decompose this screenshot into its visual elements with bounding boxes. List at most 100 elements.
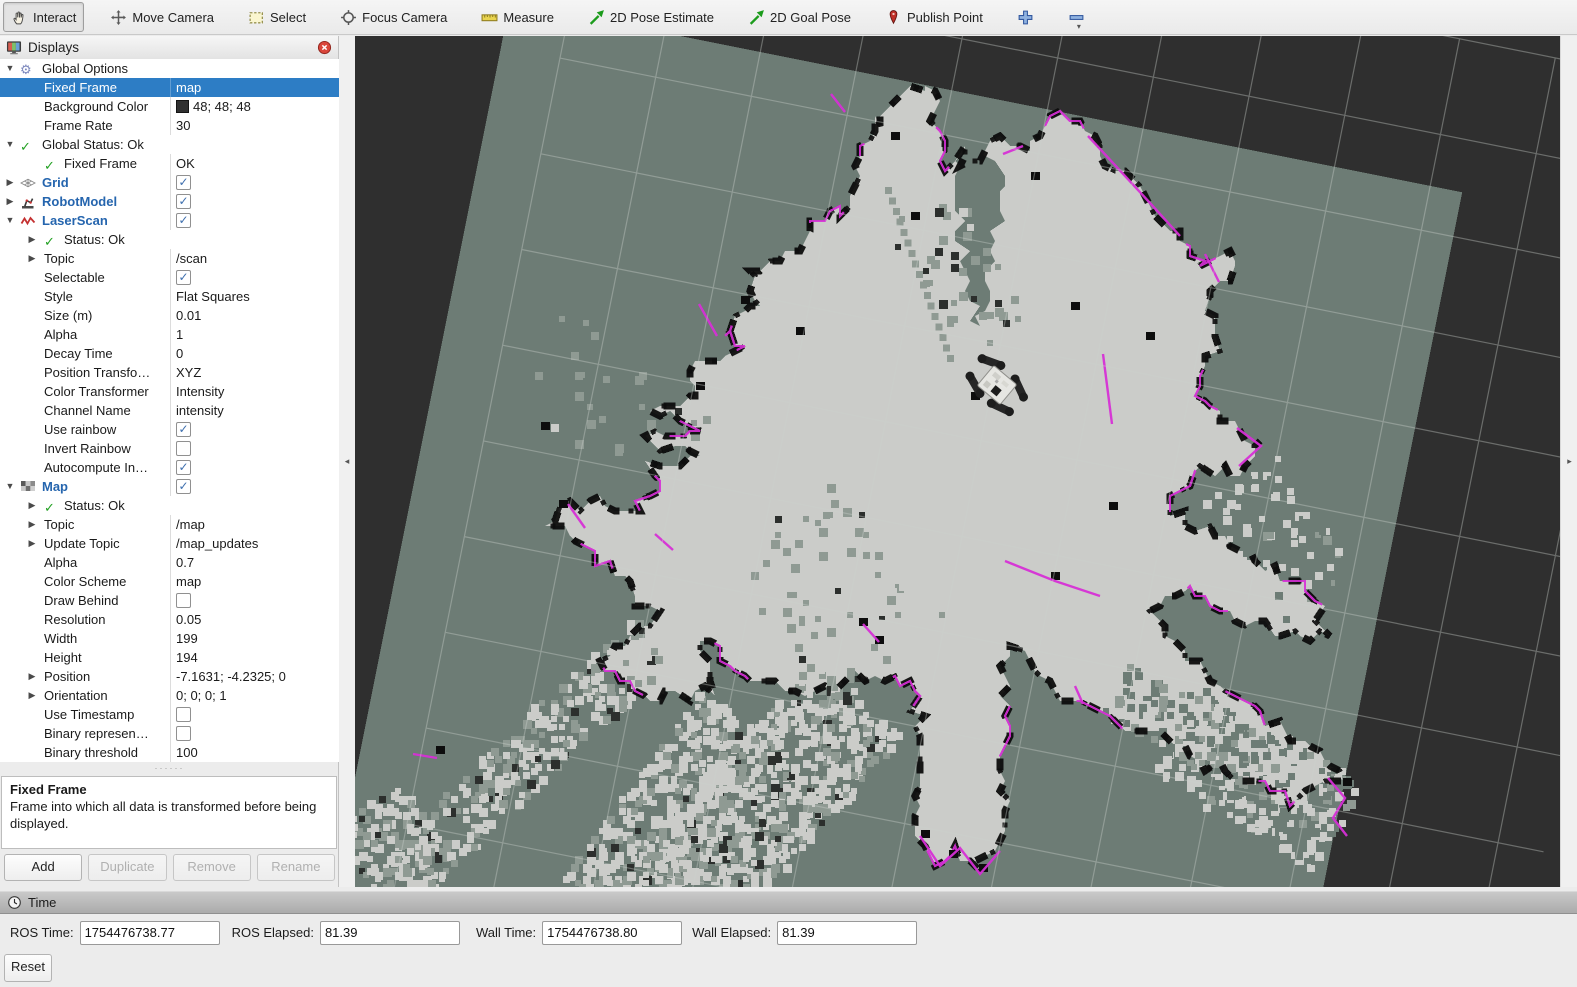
tool-focus-camera[interactable]: Focus Camera xyxy=(332,2,455,32)
checkbox[interactable]: ✓ xyxy=(176,194,191,209)
property-value[interactable]: ✓ xyxy=(170,211,339,230)
rename-button[interactable]: Rename xyxy=(257,854,335,881)
tree-row-global-status-fixed-frame[interactable]: ✓Fixed FrameOK xyxy=(0,154,339,173)
tree-row-channel-name[interactable]: Channel Nameintensity xyxy=(0,401,339,420)
property-value[interactable] xyxy=(170,724,339,743)
property-value[interactable]: ✓ xyxy=(170,173,339,192)
ros-elapsed-input[interactable] xyxy=(320,921,460,945)
property-value[interactable]: Flat Squares xyxy=(170,287,339,306)
tree-row-grid[interactable]: ▶Grid✓ xyxy=(0,173,339,192)
property-value[interactable]: 0 xyxy=(170,344,339,363)
property-value[interactable]: ✓ xyxy=(170,458,339,477)
checkbox[interactable] xyxy=(176,593,191,608)
expander-right-icon[interactable]: ▶ xyxy=(26,686,38,705)
property-value[interactable]: 30 xyxy=(170,116,339,135)
expander-right-icon[interactable]: ▶ xyxy=(26,249,38,268)
toolbar-overflow-chevron-icon[interactable]: ▾ xyxy=(1077,22,1081,31)
add-button[interactable]: Add xyxy=(4,854,82,881)
property-value[interactable]: /map_updates xyxy=(170,534,339,553)
property-value[interactable]: ✓ xyxy=(170,268,339,287)
property-value[interactable]: intensity xyxy=(170,401,339,420)
property-value[interactable] xyxy=(170,591,339,610)
expander-right-icon[interactable]: ▶ xyxy=(26,667,38,686)
panel-splitter-handle[interactable]: ······ xyxy=(0,762,339,774)
property-value[interactable]: 48; 48; 48 xyxy=(170,97,339,116)
checkbox[interactable]: ✓ xyxy=(176,479,191,494)
tree-row-laserscan[interactable]: ▼LaserScan✓ xyxy=(0,211,339,230)
tree-row-laserscan-alpha[interactable]: Alpha1 xyxy=(0,325,339,344)
tree-row-orientation[interactable]: ▶Orientation0; 0; 0; 1 xyxy=(0,686,339,705)
tree-row-map[interactable]: ▼Map✓ xyxy=(0,477,339,496)
checkbox[interactable]: ✓ xyxy=(176,422,191,437)
tool-interact[interactable]: Interact xyxy=(3,2,84,32)
render-viewport[interactable] xyxy=(355,36,1560,887)
tree-row-frame-rate[interactable]: Frame Rate30 xyxy=(0,116,339,135)
tree-row-laserscan-topic[interactable]: ▶Topic/scan xyxy=(0,249,339,268)
tool-measure[interactable]: Measure xyxy=(473,2,562,32)
tool-publish-point[interactable]: Publish Point xyxy=(877,2,991,32)
property-value[interactable]: 0.7 xyxy=(170,553,339,572)
property-value[interactable]: XYZ xyxy=(170,363,339,382)
reset-button[interactable]: Reset xyxy=(4,954,52,982)
checkbox[interactable] xyxy=(176,441,191,456)
tree-row-map-topic[interactable]: ▶Topic/map xyxy=(0,515,339,534)
tree-row-binary-representation[interactable]: Binary represen… xyxy=(0,724,339,743)
property-value[interactable]: map xyxy=(170,78,339,97)
tree-row-binary-threshold[interactable]: Binary threshold100 xyxy=(0,743,339,762)
tree-row-update-topic[interactable]: ▶Update Topic/map_updates xyxy=(0,534,339,553)
property-value[interactable]: 0; 0; 0; 1 xyxy=(170,686,339,705)
property-value[interactable]: Intensity xyxy=(170,382,339,401)
tree-row-resolution[interactable]: Resolution0.05 xyxy=(0,610,339,629)
left-splitter-collapse-arrow[interactable]: ◂ xyxy=(339,36,356,887)
tree-row-invert-rainbow[interactable]: Invert Rainbow xyxy=(0,439,339,458)
tree-row-global-options[interactable]: ▼⚙Global Options xyxy=(0,59,339,78)
expander-right-icon[interactable]: ▶ xyxy=(26,496,38,515)
property-value[interactable]: 194 xyxy=(170,648,339,667)
tree-row-position[interactable]: ▶Position-7.1631; -4.2325; 0 xyxy=(0,667,339,686)
expander-down-icon[interactable]: ▼ xyxy=(4,211,16,230)
tree-row-map-status[interactable]: ▶✓Status: Ok xyxy=(0,496,339,515)
tree-row-width[interactable]: Width199 xyxy=(0,629,339,648)
property-value[interactable]: map xyxy=(170,572,339,591)
add-tool-button[interactable] xyxy=(1009,2,1042,32)
tree-row-selectable[interactable]: Selectable✓ xyxy=(0,268,339,287)
remove-button[interactable]: Remove xyxy=(173,854,251,881)
tree-row-position-transformer[interactable]: Position Transfo…XYZ xyxy=(0,363,339,382)
tool-2d-pose-estimate[interactable]: 2D Pose Estimate xyxy=(580,2,722,32)
close-panel-button[interactable] xyxy=(317,40,332,55)
property-value[interactable]: ✓ xyxy=(170,477,339,496)
property-value[interactable]: -7.1631; -4.2325; 0 xyxy=(170,667,339,686)
checkbox[interactable]: ✓ xyxy=(176,175,191,190)
wall-elapsed-input[interactable] xyxy=(777,921,917,945)
tree-row-global-status[interactable]: ▼✓Global Status: Ok xyxy=(0,135,339,154)
property-value[interactable]: ✓ xyxy=(170,192,339,211)
tree-row-color-transformer[interactable]: Color TransformerIntensity xyxy=(0,382,339,401)
tree-row-height[interactable]: Height194 xyxy=(0,648,339,667)
checkbox[interactable]: ✓ xyxy=(176,213,191,228)
property-value[interactable]: 100 xyxy=(170,743,339,762)
property-value[interactable] xyxy=(170,439,339,458)
property-value[interactable]: /scan xyxy=(170,249,339,268)
tree-row-use-rainbow[interactable]: Use rainbow✓ xyxy=(0,420,339,439)
checkbox[interactable] xyxy=(176,726,191,741)
tree-row-decay-time[interactable]: Decay Time0 xyxy=(0,344,339,363)
tree-row-fixed-frame[interactable]: Fixed Framemap xyxy=(0,78,339,97)
expander-right-icon[interactable]: ▶ xyxy=(26,515,38,534)
property-value[interactable]: 0.05 xyxy=(170,610,339,629)
tool-move-camera[interactable]: Move Camera xyxy=(102,2,222,32)
expander-right-icon[interactable]: ▶ xyxy=(4,173,16,192)
tool-2d-goal-pose[interactable]: 2D Goal Pose xyxy=(740,2,859,32)
tree-row-map-alpha[interactable]: Alpha0.7 xyxy=(0,553,339,572)
property-value[interactable]: /map xyxy=(170,515,339,534)
checkbox[interactable] xyxy=(176,707,191,722)
property-value[interactable]: OK xyxy=(170,154,339,173)
ros-time-input[interactable] xyxy=(80,921,220,945)
property-value[interactable] xyxy=(170,705,339,724)
duplicate-button[interactable]: Duplicate xyxy=(88,854,166,881)
tree-row-background-color[interactable]: Background Color48; 48; 48 xyxy=(0,97,339,116)
expander-down-icon[interactable]: ▼ xyxy=(4,477,16,496)
expander-right-icon[interactable]: ▶ xyxy=(26,534,38,553)
wall-time-input[interactable] xyxy=(542,921,682,945)
tree-row-use-timestamp[interactable]: Use Timestamp xyxy=(0,705,339,724)
property-value[interactable]: 1 xyxy=(170,325,339,344)
